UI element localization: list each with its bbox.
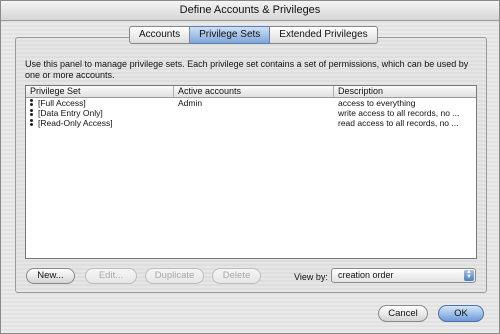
privilege-set-cell: [Data Entry Only] [26,108,174,118]
drag-handle-icon[interactable] [29,119,34,127]
view-by-select[interactable]: creation order ▲ ▼ [331,268,476,283]
privilege-set-cell: [Full Access] [26,98,174,108]
updown-arrows-icon: ▲ ▼ [464,269,474,281]
privilege-sets-list[interactable]: Privilege Set Active accounts Descriptio… [25,85,477,259]
list-header: Privilege Set Active accounts Descriptio… [26,86,476,98]
duplicate-button[interactable]: Duplicate [145,268,204,284]
edit-button[interactable]: Edit... [85,268,137,284]
privilege-set-name: [Read-Only Access] [38,118,113,128]
description-cell: access to everything [338,98,416,108]
active-accounts-cell [174,108,334,118]
privilege-set-cell: [Read-Only Access] [26,118,174,128]
description-cell: write access to all records, no ... [338,108,460,118]
view-by-label: View by: [294,272,328,282]
active-accounts-cell: Admin [178,98,203,108]
table-row[interactable]: [Read-Only Access] read access to all re… [26,118,476,128]
tab-privilege-sets[interactable]: Privilege Sets [190,26,271,44]
define-accounts-window: Define Accounts & Privileges Accounts Pr… [0,0,500,334]
privilege-set-name: [Data Entry Only] [38,108,103,118]
tab-accounts[interactable]: Accounts [129,26,191,44]
drag-handle-icon[interactable] [29,109,34,117]
table-row[interactable]: [Full Access] Admin access to everything [26,98,476,108]
delete-button[interactable]: Delete [212,268,261,284]
new-button[interactable]: New... [26,268,75,284]
window-title: Define Accounts & Privileges [1,1,499,21]
cancel-button[interactable]: Cancel [378,305,428,322]
column-header-description[interactable]: Description [334,86,476,97]
privilege-set-name: [Full Access] [38,98,86,108]
description-cell: read access to all records, no ... [338,118,459,128]
tab-bar: Accounts Privilege Sets Extended Privile… [129,26,378,44]
tab-extended-privileges[interactable]: Extended Privileges [270,26,378,44]
ok-button[interactable]: OK [438,305,484,322]
column-header-active-accounts[interactable]: Active accounts [174,86,334,97]
active-accounts-cell [174,118,334,128]
panel-instructions: Use this panel to manage privilege sets.… [25,59,469,80]
drag-handle-icon[interactable] [29,99,34,107]
view-by-value: creation order [338,270,394,280]
column-header-privilege-set[interactable]: Privilege Set [26,86,174,97]
table-row[interactable]: [Data Entry Only] write access to all re… [26,108,476,118]
